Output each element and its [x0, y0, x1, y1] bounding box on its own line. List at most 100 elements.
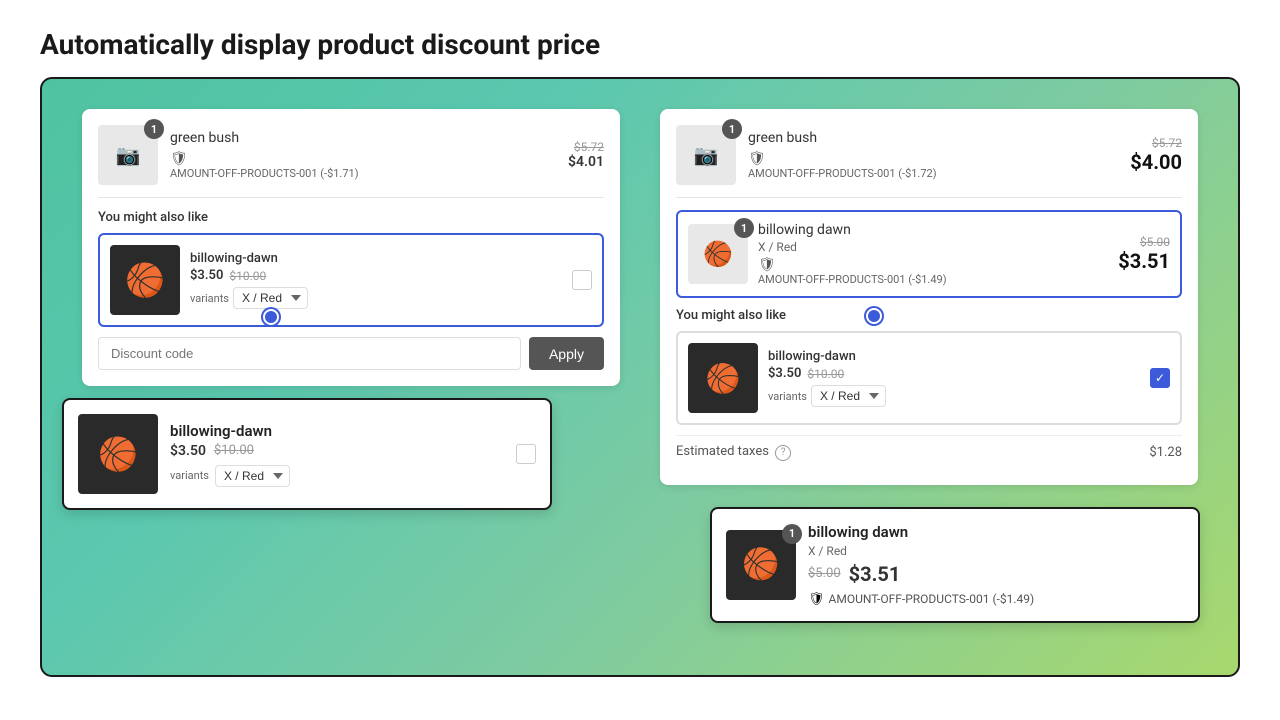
- right-variants-label: variants: [768, 390, 807, 403]
- left-floating-sale: $3.50: [170, 443, 206, 459]
- right-camera-icon: 📷: [694, 143, 719, 167]
- right-item-info: green bush 🛡 AMOUNT-OFF-PRODUCTS-001 (-$…: [748, 130, 1118, 180]
- right-item-name: green bush: [748, 130, 1118, 146]
- right-floating-jersey-icon: 🏀: [742, 547, 779, 582]
- right-highlighted-name: billowing dawn: [758, 222, 1108, 238]
- right-floating-price-sale: $3.51: [849, 562, 901, 586]
- left-product-suggestion: 🏀 billowing-dawn $3.50 $10.00 variants X…: [98, 233, 604, 327]
- right-floating-variant: X / Red: [808, 544, 1184, 558]
- right-highlighted-discount: AMOUNT-OFF-PRODUCTS-001 (-$1.49): [758, 273, 1108, 286]
- left-product-prices: $3.50 $10.00: [190, 268, 562, 283]
- left-prod-price-orig: $10.00: [229, 269, 266, 283]
- right-price-original: $5.72: [1130, 136, 1182, 150]
- left-connector-dot: [263, 309, 279, 325]
- right-discount-text: AMOUNT-OFF-PRODUCTS-001 (-$1.72): [748, 167, 1118, 180]
- left-discount-row: Apply: [98, 337, 604, 370]
- left-item-image: 1 📷: [98, 125, 158, 185]
- right-floating-discount-code: AMOUNT-OFF-PRODUCTS-001 (-$1.49): [829, 592, 1035, 606]
- right-floating-prices: $5.00 $3.51: [808, 562, 1184, 586]
- left-variants-label: variants: [190, 292, 229, 305]
- right-highlighted-jersey-icon: 🏀: [703, 240, 733, 268]
- right-product-image: 🏀: [688, 343, 758, 413]
- left-prod-price-sale: $3.50: [190, 268, 223, 283]
- left-item-prices: $5.72 $4.01: [568, 140, 604, 170]
- left-variants-row: variants X / Red: [190, 287, 562, 309]
- right-highlighted-shield: 🛡: [758, 257, 776, 273]
- right-panel: 1 📷 green bush 🛡 AMOUNT-OFF-PRODUCTS-001…: [660, 109, 1198, 645]
- left-floating-name: billowing-dawn: [170, 422, 504, 440]
- left-floating-details: billowing-dawn $3.50 $10.00 variants X /…: [170, 422, 504, 487]
- left-floating-card: 🏀 billowing-dawn $3.50 $10.00 variants X…: [62, 398, 552, 510]
- left-cart-item: 1 📷 green bush 🛡 AMOUNT-OFF-PRODUCTS-001…: [98, 125, 604, 198]
- left-product-details: billowing-dawn $3.50 $10.00 variants X /…: [190, 251, 562, 309]
- right-variants-select[interactable]: X / Red: [811, 385, 886, 407]
- right-highlighted-suggestion: 1 🏀 billowing dawn X / Red 🛡 AMOUNT-OFF-…: [676, 210, 1182, 298]
- jersey-icon: 🏀: [125, 261, 165, 299]
- left-panel: 1 📷 green bush 🛡 AMOUNT-OFF-PRODUCTS-001…: [82, 109, 620, 645]
- right-connector-dot: [866, 308, 882, 324]
- right-product-details: billowing-dawn $3.50 $10.00 variants X /…: [768, 349, 1140, 407]
- right-taxes-amount: $1.28: [1149, 445, 1182, 460]
- left-you-might-like: You might also like: [98, 210, 604, 225]
- right-highlighted-image: 1 🏀: [688, 224, 748, 284]
- main-container: 1 📷 green bush 🛡 AMOUNT-OFF-PRODUCTS-001…: [40, 77, 1240, 677]
- left-product-name: billowing-dawn: [190, 251, 562, 266]
- left-item-badge: 1: [144, 119, 164, 139]
- right-floating-details: billowing dawn X / Red $5.00 $3.51 🛡 AMO…: [808, 523, 1184, 607]
- right-highlighted-badge: 1: [734, 218, 754, 238]
- left-item-info: green bush 🛡 AMOUNT-OFF-PRODUCTS-001 (-$…: [170, 130, 556, 180]
- left-shield-icon: 🛡: [170, 151, 188, 167]
- left-floating-variants-label: variants: [170, 469, 209, 482]
- right-taxes-label-group: Estimated taxes ?: [676, 444, 791, 461]
- left-floating-checkbox[interactable]: [516, 444, 536, 464]
- right-item-image: 1 📷: [676, 125, 736, 185]
- right-taxes-help-icon: ?: [775, 445, 791, 461]
- right-floating-image: 1 🏀: [726, 530, 796, 600]
- right-item-badge: 1: [722, 119, 742, 139]
- left-floating-image: 🏀: [78, 414, 158, 494]
- left-variants-select[interactable]: X / Red: [233, 287, 308, 309]
- right-highlighted-variant: X / Red: [758, 240, 1108, 254]
- left-discount-text: AMOUNT-OFF-PRODUCTS-001 (-$1.71): [170, 167, 556, 180]
- right-highlighted-price-current: $3.51: [1118, 249, 1170, 273]
- apply-button[interactable]: Apply: [529, 337, 604, 370]
- left-floating-inner: 🏀 billowing-dawn $3.50 $10.00 variants X…: [78, 414, 536, 494]
- right-checkbox-checked[interactable]: ✓: [1150, 368, 1170, 388]
- right-floating-tag-icon: 🛡: [808, 592, 825, 607]
- page-title: Automatically display product discount p…: [0, 0, 1280, 77]
- floating-jersey-icon-left: 🏀: [98, 435, 138, 473]
- right-you-might-like: You might also like: [676, 308, 1182, 323]
- right-cart-card: 1 📷 green bush 🛡 AMOUNT-OFF-PRODUCTS-001…: [660, 109, 1198, 485]
- left-price-current: $4.01: [568, 154, 604, 170]
- right-highlighted-info: billowing dawn X / Red 🛡 AMOUNT-OFF-PROD…: [758, 222, 1108, 286]
- right-shield-icon: 🛡: [748, 151, 766, 167]
- right-highlighted-price-orig: $5.00: [1118, 235, 1170, 249]
- left-item-name: green bush: [170, 130, 556, 146]
- camera-icon: 📷: [116, 143, 141, 167]
- right-variants-row: variants X / Red: [768, 385, 1140, 407]
- right-jersey-icon: 🏀: [706, 362, 741, 395]
- left-floating-prices: $3.50 $10.00: [170, 443, 504, 459]
- right-floating-inner: 1 🏀 billowing dawn X / Red $5.00 $3.51 🛡…: [726, 523, 1184, 607]
- right-floating-discount-row: 🛡 AMOUNT-OFF-PRODUCTS-001 (-$1.49): [808, 592, 1184, 607]
- left-checkbox[interactable]: [572, 270, 592, 290]
- left-product-image: 🏀: [110, 245, 180, 315]
- right-highlighted-prices: $5.00 $3.51: [1118, 235, 1170, 273]
- left-floating-variants: variants X / Red: [170, 465, 504, 487]
- right-product-name: billowing-dawn: [768, 349, 1140, 364]
- right-product-prices: $3.50 $10.00: [768, 366, 1140, 381]
- right-item-prices: $5.72 $4.00: [1130, 136, 1182, 174]
- right-floating-name: billowing dawn: [808, 523, 1184, 541]
- right-price-current: $4.00: [1130, 150, 1182, 174]
- right-cart-item: 1 📷 green bush 🛡 AMOUNT-OFF-PRODUCTS-001…: [676, 125, 1182, 198]
- left-price-original: $5.72: [568, 140, 604, 154]
- right-taxes-label: Estimated taxes: [676, 444, 769, 459]
- discount-code-input[interactable]: [98, 337, 521, 370]
- left-floating-orig: $10.00: [214, 443, 254, 458]
- left-floating-variants-select[interactable]: X / Red: [215, 465, 290, 487]
- left-cart-card: 1 📷 green bush 🛡 AMOUNT-OFF-PRODUCTS-001…: [82, 109, 620, 386]
- right-floating-price-orig: $5.00: [808, 566, 841, 581]
- right-floating-card: 1 🏀 billowing dawn X / Red $5.00 $3.51 🛡…: [710, 507, 1200, 623]
- right-product-suggestion: 🏀 billowing-dawn $3.50 $10.00 variants X…: [676, 331, 1182, 425]
- right-taxes-row: Estimated taxes ? $1.28: [676, 435, 1182, 469]
